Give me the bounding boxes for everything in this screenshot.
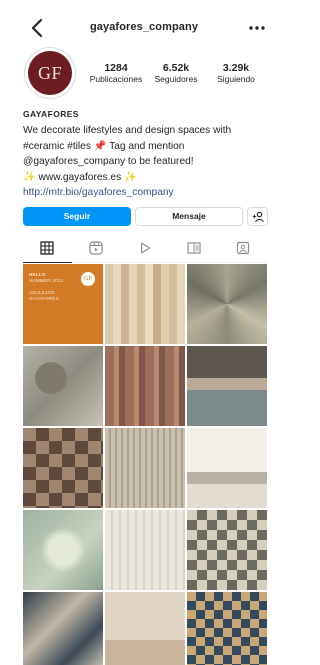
- stat-posts-label: Publicaciones: [89, 74, 143, 84]
- tab-grid[interactable]: [23, 233, 72, 263]
- guide-icon: [187, 242, 201, 254]
- play-icon: [140, 242, 151, 254]
- brand-logo: GF: [81, 272, 95, 286]
- grid-icon: [40, 241, 55, 255]
- post-thumbnail[interactable]: [105, 510, 185, 590]
- add-person-icon: [252, 211, 264, 223]
- avatar[interactable]: GF: [24, 47, 76, 99]
- post-thumbnail[interactable]: [23, 510, 103, 590]
- post-thumbnail[interactable]: [23, 592, 103, 665]
- post-thumbnail[interactable]: [187, 592, 267, 665]
- post-thumbnail[interactable]: [187, 428, 267, 508]
- suggest-users-button[interactable]: [247, 207, 268, 226]
- profile-username: gayafores_company: [89, 21, 199, 33]
- bio-line: @gayafores_company to be featured!: [23, 156, 194, 167]
- stat-following-value: 3.29k: [222, 62, 250, 74]
- reels-icon: [89, 241, 103, 255]
- post-thumbnail[interactable]: HELLO SUMMER 2021 AZULEJOS GAYAFORES GF: [23, 264, 103, 344]
- bio-line: #ceramic #tiles 📌 Tag and mention: [23, 140, 185, 152]
- stat-following[interactable]: 3.29k Siguiendo: [206, 62, 266, 92]
- profile-bio: GAYAFORES We decorate lifestyles and des…: [23, 108, 273, 201]
- stat-followers[interactable]: 6.52k Seguidores: [146, 62, 206, 92]
- stat-following-label: Siguiendo: [217, 74, 255, 84]
- post-thumbnail[interactable]: [187, 510, 267, 590]
- post-thumbnail[interactable]: [105, 428, 185, 508]
- post-thumbnail[interactable]: [105, 592, 185, 665]
- post-thumbnail[interactable]: [187, 346, 267, 426]
- post-grid: HELLO SUMMER 2021 AZULEJOS GAYAFORES GF: [23, 264, 267, 665]
- stat-posts-value: 1284: [104, 62, 128, 74]
- post-thumbnail[interactable]: [105, 346, 185, 426]
- message-button[interactable]: Mensaje: [135, 207, 243, 226]
- post-text: GAYAFORES: [29, 296, 60, 301]
- post-thumbnail[interactable]: [187, 264, 267, 344]
- tagged-icon: [236, 241, 249, 255]
- tab-tagged[interactable]: [218, 233, 267, 262]
- tab-videos[interactable]: [121, 233, 170, 262]
- tab-reels[interactable]: [72, 233, 121, 262]
- follow-button[interactable]: Seguir: [23, 207, 131, 226]
- profile-stats: 1284 Publicaciones 6.52k Seguidores 3.29…: [86, 62, 266, 92]
- bio-line: ✨ www.gayafores.es ✨: [23, 171, 137, 183]
- stat-followers-label: Seguidores: [154, 74, 198, 84]
- bio-line: We decorate lifestyles and design spaces…: [23, 125, 232, 136]
- more-options-icon[interactable]: [246, 20, 268, 36]
- bio-link[interactable]: http://mtr.bio/gayafores_company: [23, 185, 273, 201]
- profile-tabs: [23, 233, 267, 263]
- post-thumbnail[interactable]: [23, 346, 103, 426]
- avatar-logo: GF: [28, 51, 72, 95]
- post-text: SUMMER 2021: [29, 278, 64, 283]
- display-name: GAYAFORES: [23, 109, 79, 119]
- stat-posts: 1284 Publicaciones: [86, 62, 146, 92]
- tab-guides[interactable]: [169, 233, 218, 262]
- post-thumbnail[interactable]: [105, 264, 185, 344]
- stat-followers-value: 6.52k: [162, 62, 190, 74]
- post-thumbnail[interactable]: [23, 428, 103, 508]
